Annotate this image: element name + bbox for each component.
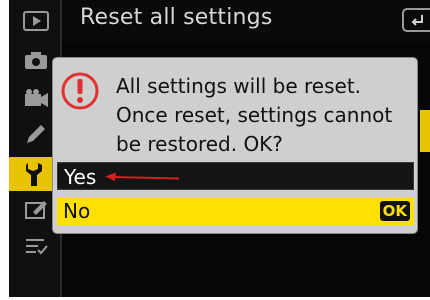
my-menu-icon[interactable] <box>20 232 52 260</box>
yes-option-label: Yes <box>64 165 97 189</box>
retouch-icon[interactable] <box>20 196 52 224</box>
yes-option[interactable]: Yes <box>57 162 414 190</box>
warning-icon <box>59 70 101 112</box>
playback-icon[interactable] <box>20 7 52 35</box>
back-icon <box>410 11 424 30</box>
custom-settings-pencil-icon[interactable] <box>20 120 52 148</box>
movie-shooting-icon[interactable] <box>20 84 52 112</box>
no-option[interactable]: No OK <box>57 197 414 225</box>
menu-header: Reset all settings <box>62 0 430 42</box>
dialog-message: All settings will be reset. Once reset, … <box>116 74 393 156</box>
camera-menu-screen: Reset all settings All settings will be … <box>9 0 430 297</box>
confirm-dialog: All settings will be reset. Once reset, … <box>53 58 417 233</box>
highlight-tab <box>420 110 430 152</box>
annotation-arrow-icon <box>105 172 180 181</box>
photo-shooting-icon[interactable] <box>20 46 52 74</box>
page-title: Reset all settings <box>80 5 273 30</box>
no-option-label: No <box>63 199 91 223</box>
back-button[interactable] <box>402 8 430 32</box>
ok-button-badge: OK <box>379 201 410 221</box>
